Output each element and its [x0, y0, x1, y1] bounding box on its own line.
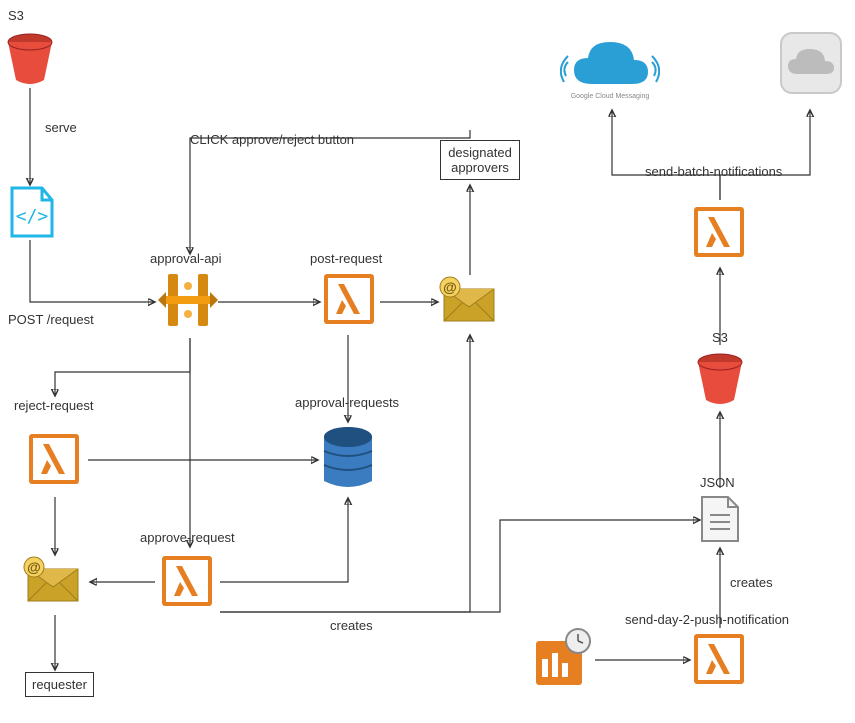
approval-requests-label: approval-requests	[295, 395, 399, 410]
lambda-icon	[158, 552, 216, 610]
send-day2-label: send-day-2-push-notification	[625, 612, 789, 627]
edge-serve-label: serve	[45, 120, 77, 135]
mail-icon: @	[438, 275, 500, 327]
post-request-label: post-request	[310, 251, 382, 266]
requester-label: requester	[32, 677, 87, 692]
svg-text:@: @	[443, 279, 457, 295]
s3-bucket-right	[695, 352, 745, 411]
lambda-icon	[690, 203, 748, 261]
mail-icon: @	[22, 555, 84, 607]
approval-api-node	[156, 268, 220, 335]
cloudwatch-event-icon	[530, 627, 592, 689]
edge-click-approve-label: CLICK approve/reject button	[190, 132, 354, 147]
designated-approvers-box: designatedapprovers	[440, 140, 520, 180]
approval-requests-node	[320, 425, 376, 496]
api-gateway-icon	[156, 268, 220, 332]
google-cloud-node: Google Cloud Messaging	[560, 32, 660, 111]
mail-requester-node: @	[22, 555, 84, 610]
code-file-icon: </>	[6, 186, 56, 243]
reject-request-node	[25, 430, 83, 491]
s3-bucket-top	[5, 32, 55, 91]
approve-request-label: approve-request	[140, 530, 235, 545]
send-batch-node	[690, 203, 748, 264]
svg-text:Google Cloud Messaging: Google Cloud Messaging	[571, 93, 650, 100]
scheduled-event-node	[530, 627, 592, 692]
apple-cloud-node	[778, 30, 844, 99]
svg-text:</>: </>	[16, 206, 49, 227]
mail-designated-node: @	[438, 275, 500, 330]
edge-post-request-label: POST /request	[8, 312, 94, 327]
post-request-node	[320, 270, 378, 331]
send-batch-label: send-batch-notifications	[645, 164, 782, 179]
approve-request-node	[158, 552, 216, 613]
apns-icon	[778, 30, 844, 96]
json-doc-node	[698, 495, 742, 548]
document-icon	[698, 495, 742, 545]
lambda-icon	[320, 270, 378, 328]
s3-right-label: S3	[712, 330, 728, 345]
lambda-icon	[25, 430, 83, 488]
lambda-icon	[690, 630, 748, 688]
s3-top-label: S3	[8, 8, 24, 23]
requester-box: requester	[25, 672, 94, 697]
edge-creates-left-label: creates	[330, 618, 373, 633]
edge-creates-right-label: creates	[730, 575, 773, 590]
bucket-icon	[695, 352, 745, 408]
approval-api-label: approval-api	[150, 251, 222, 266]
bucket-icon	[5, 32, 55, 88]
gcm-icon: Google Cloud Messaging	[560, 32, 660, 108]
svg-text:@: @	[27, 559, 41, 575]
designated-approvers-label: designatedapprovers	[448, 145, 512, 175]
send-day2-node	[690, 630, 748, 691]
dynamodb-icon	[320, 425, 376, 493]
reject-request-label: reject-request	[14, 398, 93, 413]
json-label: JSON	[700, 475, 735, 490]
